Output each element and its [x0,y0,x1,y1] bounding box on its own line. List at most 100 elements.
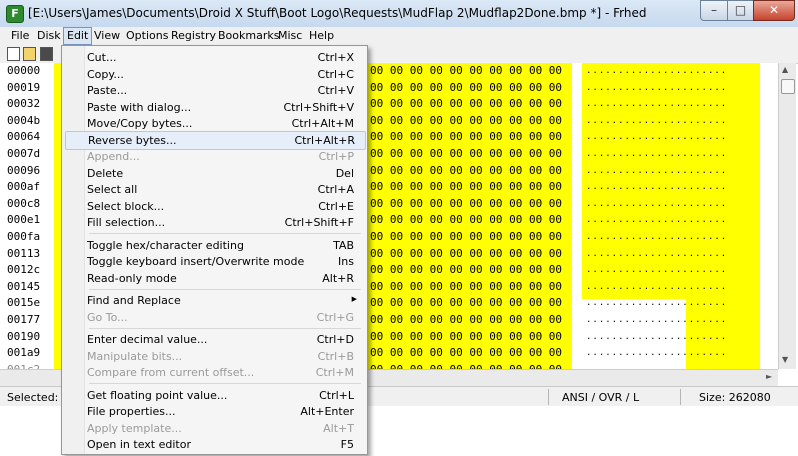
new-file-icon[interactable] [7,47,20,61]
hex-row[interactable]: 00 00 00 00 00 00 00 00 00 00 [370,345,562,362]
minimize-button[interactable]: – [700,0,728,21]
menu-item-manipulate-bits[interactable]: Manipulate bits... Ctrl+B [65,348,364,365]
menu-disk[interactable]: Disk [34,28,64,43]
hex-row[interactable]: 00 00 00 00 00 00 00 00 00 00 [370,146,562,163]
ascii-row[interactable]: ...................... [586,246,727,263]
menu-item-move-copy-bytes[interactable]: Move/Copy bytes... Ctrl+Alt+M [65,115,364,132]
offset-value: 00177 [7,312,41,326]
menu-item-compare[interactable]: Compare from current offset... Ctrl+M [65,364,364,381]
ascii-column[interactable]: ........................................… [586,63,727,369]
hex-row[interactable]: 00 00 00 00 00 00 00 00 00 00 [370,312,562,329]
menu-item-file-properties[interactable]: File properties... Alt+Enter [65,403,364,420]
offset-value: 00190 [7,329,41,343]
ascii-row[interactable]: ...................... [586,63,727,80]
menu-item-cut[interactable]: Cut... Ctrl+X [65,49,364,66]
status-size: Size: 262080 [699,391,771,404]
scroll-down-arrow-icon[interactable]: ▼ [782,355,788,364]
menu-item-paste[interactable]: Paste... Ctrl+V [65,82,364,99]
menu-item-select-block[interactable]: Select block... Ctrl+E [65,198,364,215]
offset-value: 001c2 [7,362,40,369]
menu-view[interactable]: View [91,28,123,43]
menu-bookmarks[interactable]: Bookmarks [215,28,282,43]
menu-options[interactable]: Options [123,28,171,43]
menu-item-enter-decimal-value[interactable]: Enter decimal value... Ctrl+D [65,331,364,348]
hex-row[interactable]: 00 00 00 00 00 00 00 00 00 00 [370,362,562,369]
menu-item-copy[interactable]: Copy... Ctrl+C [65,66,364,83]
hex-row[interactable]: 00 00 00 00 00 00 00 00 00 00 [370,246,562,263]
ascii-row[interactable]: ...................... [586,279,727,296]
open-folder-icon[interactable] [23,47,36,61]
vertical-scrollbar[interactable]: ▲ ▼ [778,63,796,369]
menu-help[interactable]: Help [306,28,337,43]
scroll-up-arrow-icon[interactable]: ▲ [782,65,788,74]
ascii-row[interactable]: ...................... [586,295,727,312]
edit-menu-dropdown: Cut... Ctrl+X Copy... Ctrl+C Paste... Ctrl+… [61,45,368,455]
hex-row[interactable]: 00 00 00 00 00 00 00 00 00 00 [370,96,562,113]
ascii-row[interactable]: ...................... [586,146,727,163]
ascii-row[interactable]: ...................... [586,362,727,369]
ascii-row[interactable]: ...................... [586,212,727,229]
menu-item-append[interactable]: Append... Ctrl+P [65,148,364,165]
menu-item-fill-selection[interactable]: Fill selection... Ctrl+Shift+F [65,214,364,231]
hex-row[interactable]: 00 00 00 00 00 00 00 00 00 00 [370,262,562,279]
scroll-thumb[interactable] [781,79,795,94]
hex-row[interactable]: 00 00 00 00 00 00 00 00 00 00 [370,329,562,346]
hex-row[interactable]: 00 00 00 00 00 00 00 00 00 00 [370,80,562,97]
hex-row[interactable]: 00 00 00 00 00 00 00 00 00 00 [370,295,562,312]
menu-item-go-to[interactable]: Go To... Ctrl+G [65,309,364,326]
ascii-row[interactable]: ...................... [586,329,727,346]
status-divider [548,389,549,405]
menu-item-toggle-hex-char[interactable]: Toggle hex/character editing TAB [65,237,364,254]
offset-value: 00000 [7,64,41,77]
offset-value: 001a9 [7,346,41,360]
hex-row[interactable]: 00 00 00 00 00 00 00 00 00 00 [370,113,562,130]
title-bar: F [E:\Users\James\Documents\Droid X Stuf… [0,0,798,28]
hex-row[interactable]: 00 00 00 00 00 00 00 00 00 00 [370,179,562,196]
hex-row[interactable]: 00 00 00 00 00 00 00 00 00 00 [370,163,562,180]
menu-item-select-all[interactable]: Select all Ctrl+A [65,181,364,198]
menu-edit[interactable]: Edit [63,27,93,45]
close-button[interactable]: ✕ [753,0,795,21]
ascii-row[interactable]: ...................... [586,96,727,113]
menu-item-find-and-replace[interactable]: Find and Replace ▶ [65,292,364,309]
status-divider [680,389,681,405]
hex-row[interactable]: 00 00 00 00 00 00 00 00 00 00 [370,196,562,213]
save-icon[interactable] [40,47,53,61]
hex-row[interactable]: 00 00 00 00 00 00 00 00 00 00 [370,229,562,246]
offset-value: 000fa [7,229,41,243]
menu-item-paste-with-dialog[interactable]: Paste with dialog... Ctrl+Shift+V [65,99,364,116]
menu-item-apply-template[interactable]: Apply template... Alt+T [65,420,364,437]
maximize-button[interactable]: □ [727,0,754,21]
menu-misc[interactable]: Misc [275,28,305,43]
offset-value: 00064 [7,130,41,144]
hex-row[interactable]: 00 00 00 00 00 00 00 00 00 00 [370,129,562,146]
menu-item-read-only-mode[interactable]: Read-only mode Alt+R [65,270,364,287]
menu-item-open-in-text-editor[interactable]: Open in text editor F5 [65,436,364,453]
menu-item-delete[interactable]: Delete Del [65,165,364,182]
menu-item-toggle-insert-overwrite[interactable]: Toggle keyboard insert/Overwrite mode Ins [65,253,364,270]
ascii-row[interactable]: ...................... [586,163,727,180]
ascii-row[interactable]: ...................... [586,312,727,329]
hex-row[interactable]: 00 00 00 00 00 00 00 00 00 00 [370,212,562,229]
ascii-row[interactable]: ...................... [586,129,727,146]
ascii-row[interactable]: ...................... [586,196,727,213]
offset-value: 0004b [7,113,41,127]
hex-row[interactable]: 00 00 00 00 00 00 00 00 00 00 [370,63,562,80]
hex-row[interactable]: 00 00 00 00 00 00 00 00 00 00 [370,279,562,296]
menu-file[interactable]: File [8,28,32,43]
ascii-row[interactable]: ...................... [586,80,727,97]
ascii-row[interactable]: ...................... [586,229,727,246]
ascii-row[interactable]: ...................... [586,113,727,130]
scroll-right-arrow-icon[interactable]: ► [766,372,772,381]
menu-item-get-floating-point[interactable]: Get floating point value... Ctrl+L [65,387,364,404]
ascii-row[interactable]: ...................... [586,345,727,362]
ascii-row[interactable]: ...................... [586,179,727,196]
ascii-row[interactable]: ...................... [586,262,727,279]
window-title: [E:\Users\James\Documents\Droid X Stuff\… [28,6,647,20]
hex-bytes-column[interactable]: 00 00 00 00 00 00 00 00 00 00 00 00 00 00… [370,63,562,369]
offset-value: 000e1 [7,213,41,227]
menu-registry[interactable]: Registry [168,28,219,43]
frhed-app-icon: F [6,5,24,23]
menu-separator [89,233,361,234]
offset-value: 0015e [7,296,41,310]
